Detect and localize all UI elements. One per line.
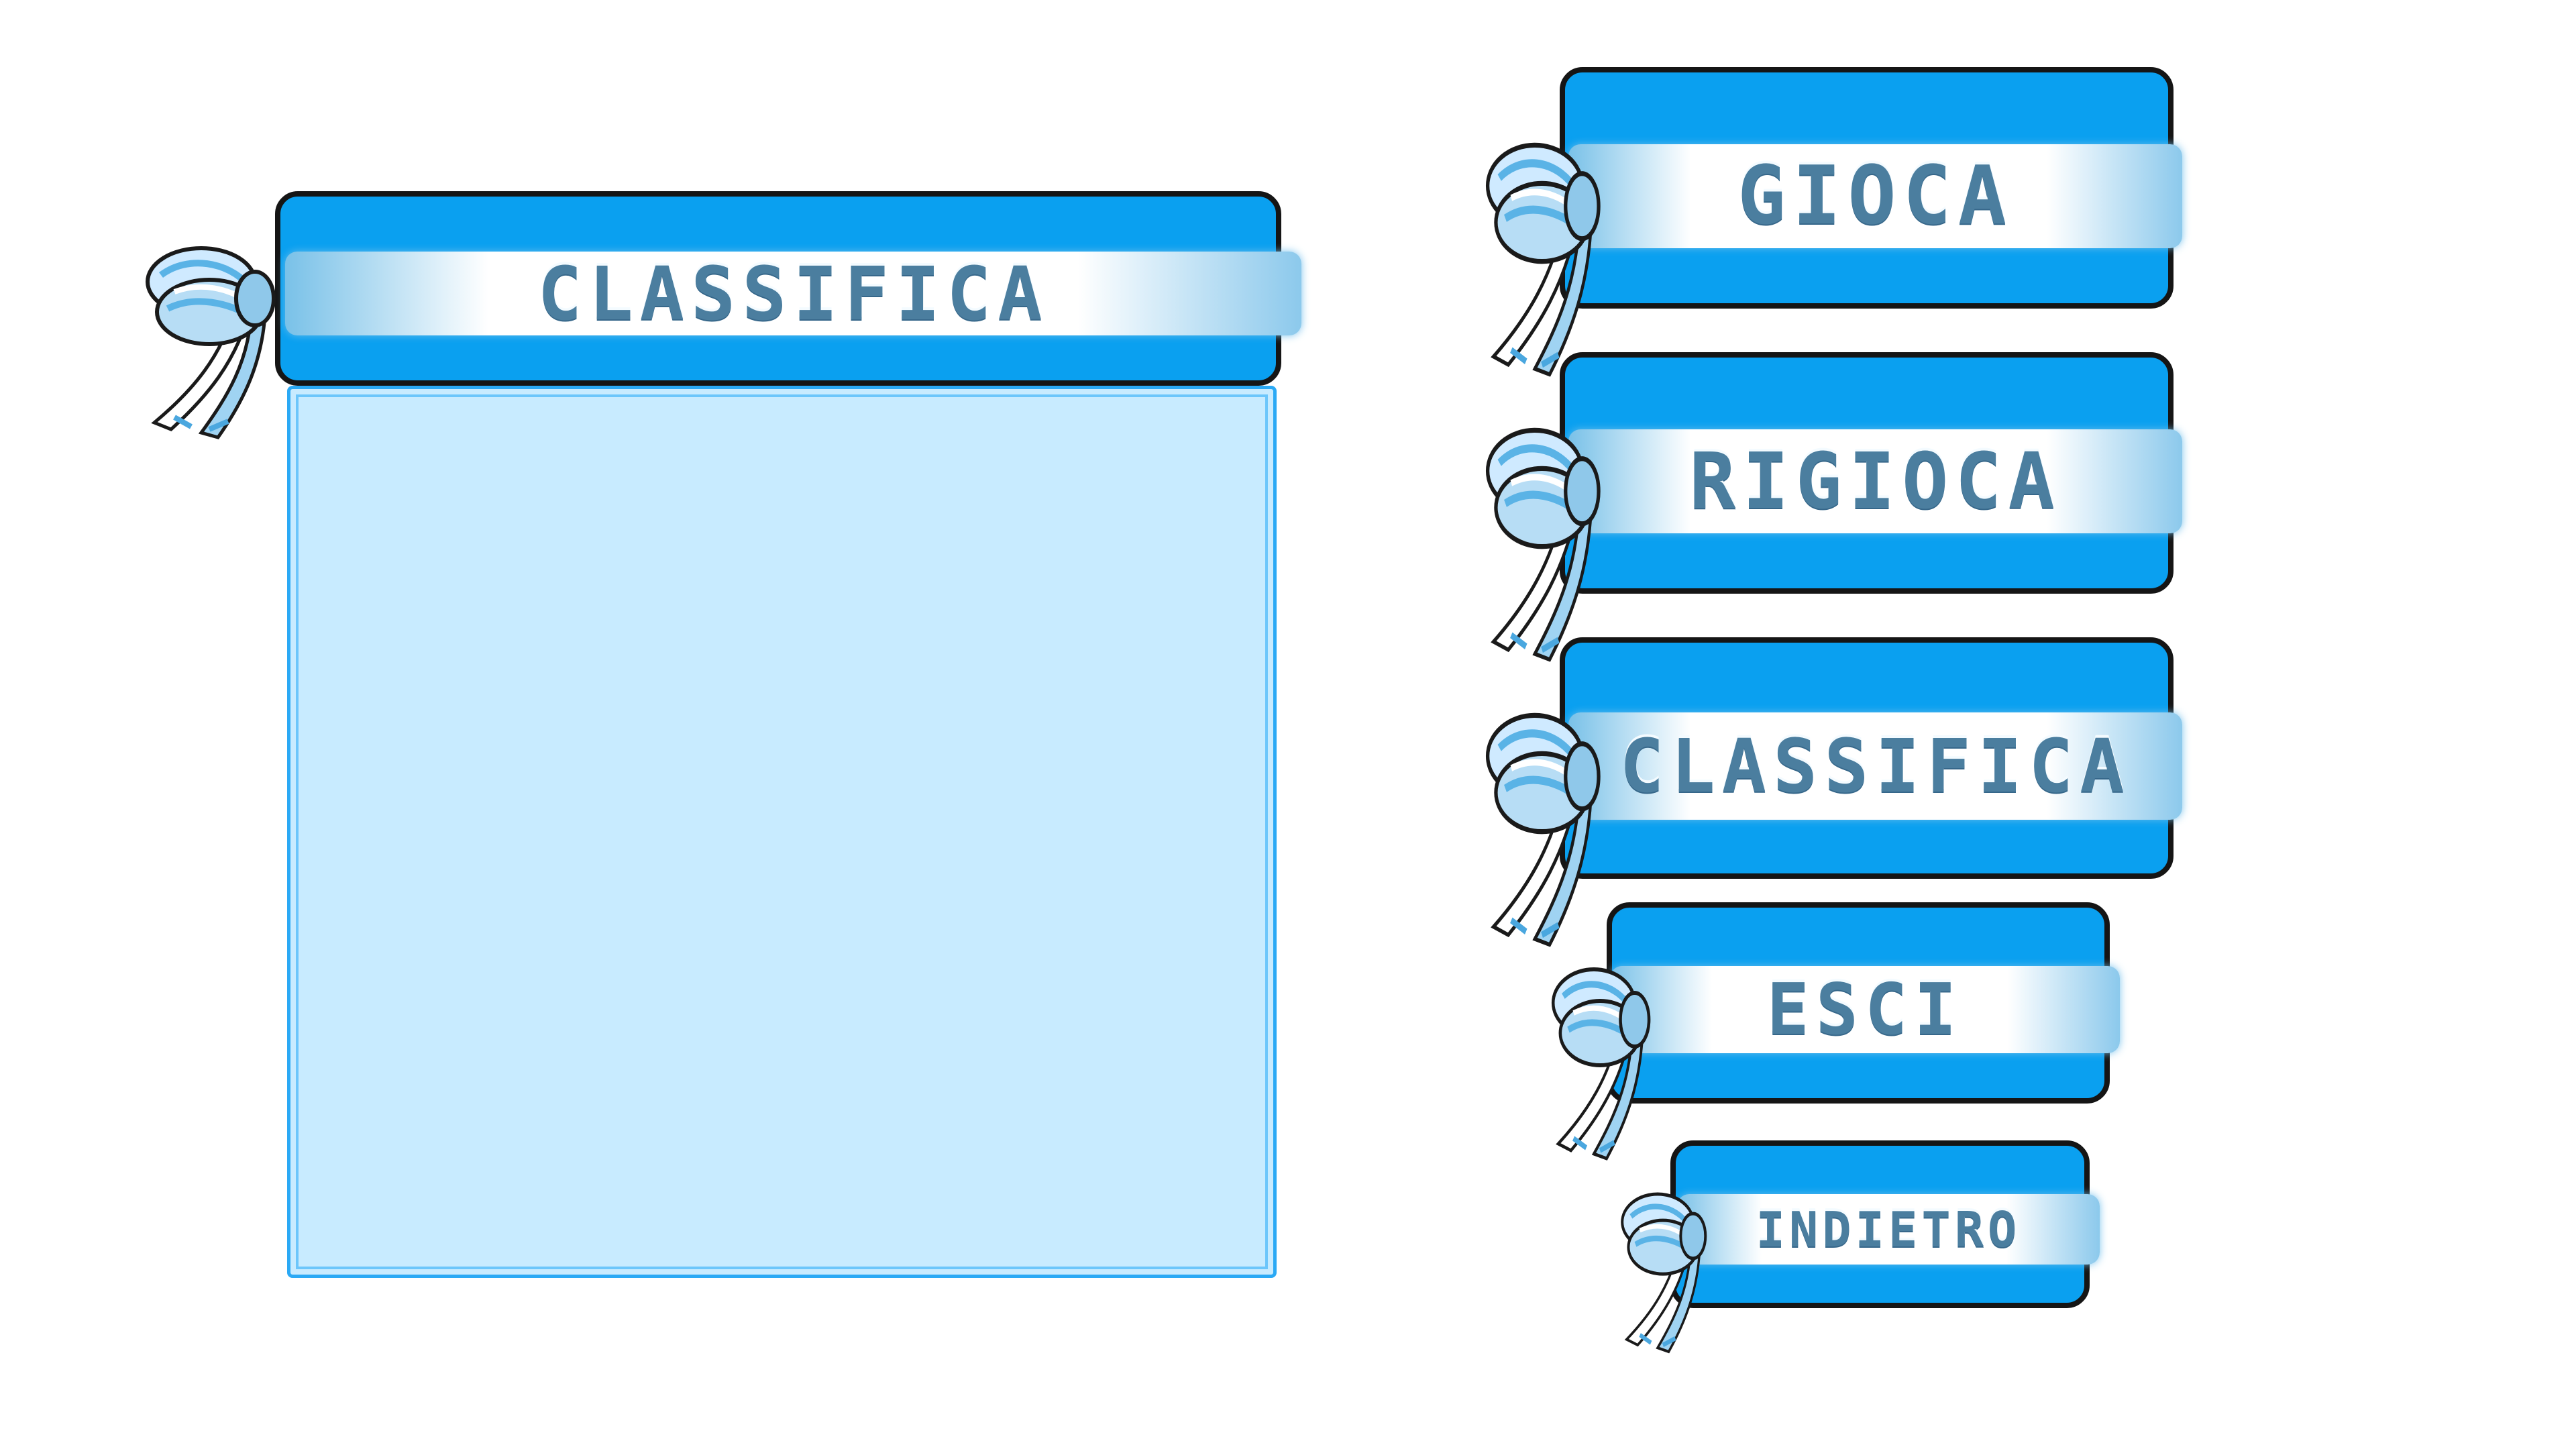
ribbon-bow-icon (1543, 949, 1670, 1171)
ribbon-bow-icon (1613, 1177, 1724, 1362)
back-button-label: INDIETRO (1756, 1201, 2021, 1258)
exit-button-label: ESCI (1766, 969, 1964, 1051)
ribbon-bow-icon (134, 228, 302, 449)
back-button-band[interactable]: INDIETRO (1677, 1194, 2100, 1265)
leaderboard-content-area (287, 386, 1277, 1278)
ribbon-bow-icon (1476, 406, 1623, 674)
leaderboard-title: CLASSIFICA (537, 250, 1049, 337)
replay-button-band[interactable]: RIGIOCA (1568, 429, 2182, 533)
exit-button-band[interactable]: ESCI (1610, 966, 2120, 1053)
play-button-band[interactable]: GIOCA (1568, 144, 2182, 248)
play-button-label: GIOCA (1737, 150, 2014, 243)
leaderboard-button-label: CLASSIFICA (1619, 723, 2131, 809)
ribbon-bow-icon (1476, 121, 1623, 389)
replay-button-label: RIGIOCA (1689, 436, 2061, 527)
ribbon-bow-icon (1476, 691, 1623, 959)
leaderboard-button-band[interactable]: CLASSIFICA (1568, 712, 2182, 820)
leaderboard-title-band: CLASSIFICA (285, 250, 1301, 337)
